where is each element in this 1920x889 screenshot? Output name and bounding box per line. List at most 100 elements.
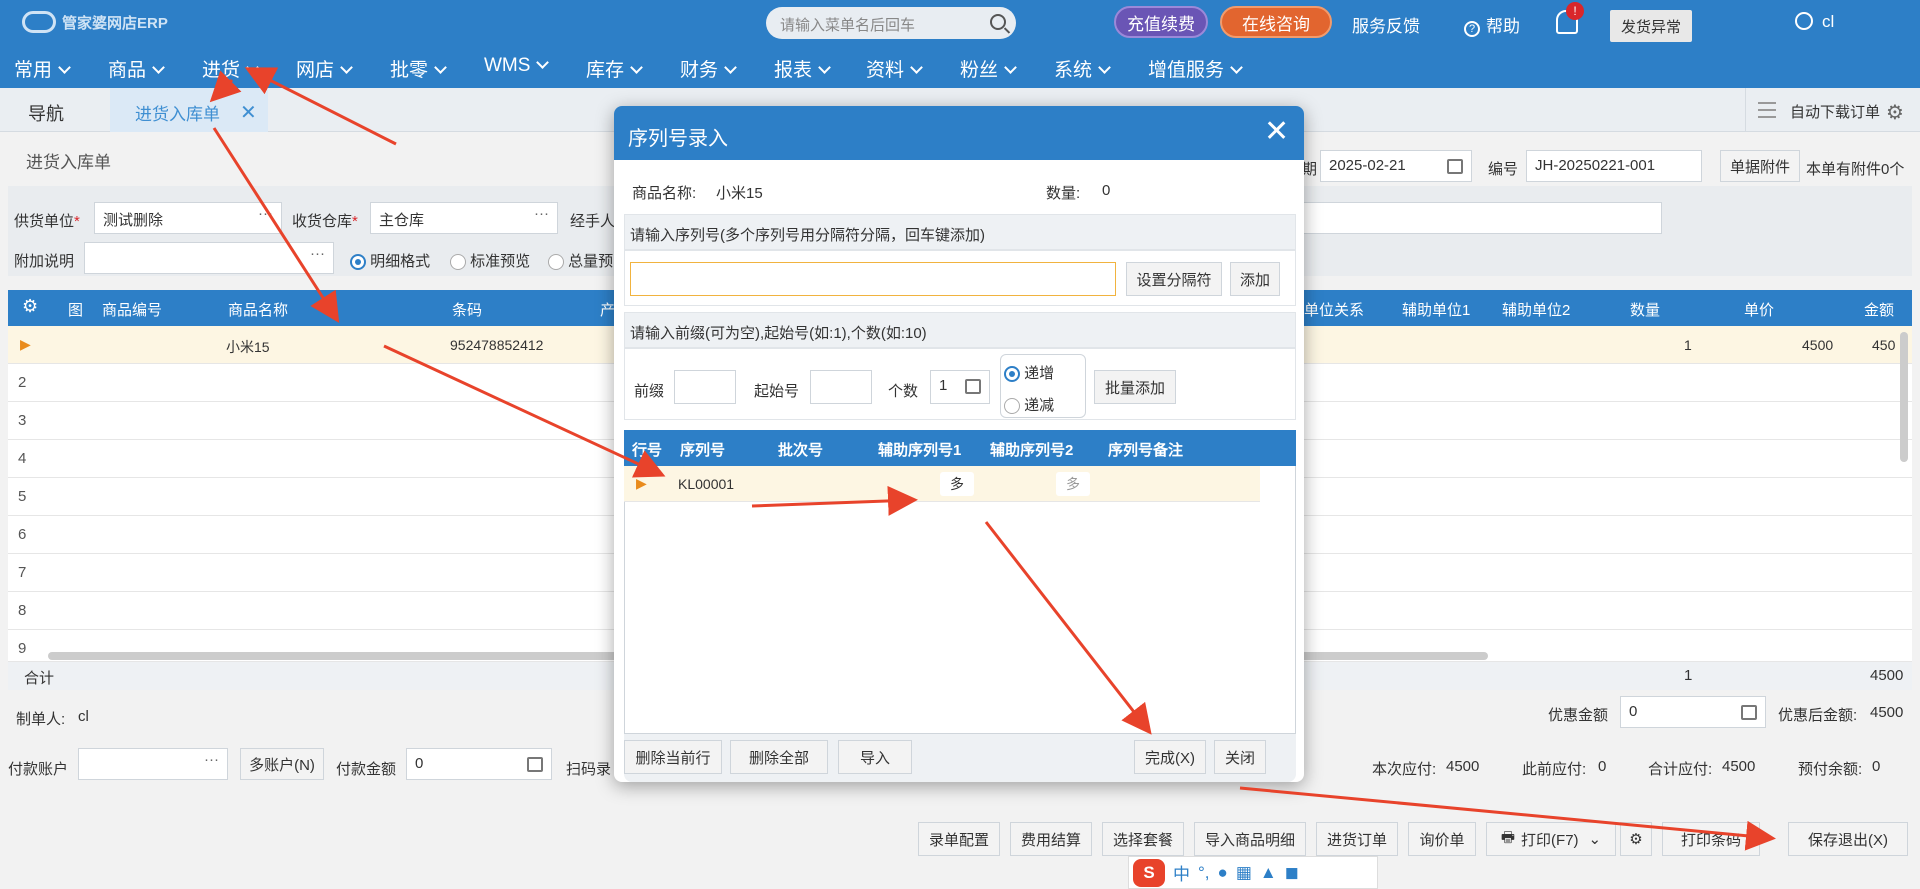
multi-aux-1-button[interactable]: 多: [940, 472, 974, 496]
date-input[interactable]: 2025-02-21: [1320, 150, 1472, 182]
search-icon[interactable]: [990, 14, 1006, 30]
tab-navigation[interactable]: 导航: [0, 88, 108, 132]
menu-data[interactable]: 资料: [866, 55, 923, 82]
menu-wholesale[interactable]: 批零: [390, 55, 447, 82]
col-batch[interactable]: 批次号: [778, 439, 823, 460]
add-serial-button[interactable]: 添加: [1230, 262, 1280, 296]
radio-checked-icon[interactable]: [1004, 366, 1020, 383]
menu-search-input[interactable]: 请输入菜单名后回车: [766, 7, 1016, 39]
col-product-code[interactable]: 商品编号: [102, 299, 162, 320]
select-package-button[interactable]: 选择套餐: [1102, 822, 1184, 856]
import-details-button[interactable]: 导入商品明细: [1194, 822, 1306, 856]
mode-standard-radio[interactable]: 标准预览: [450, 250, 530, 271]
menu-product[interactable]: 商品: [108, 55, 165, 82]
more-dots-icon[interactable]: ···: [310, 245, 325, 262]
expense-settlement-button[interactable]: 费用结算: [1010, 822, 1092, 856]
decrement-radio[interactable]: 递减: [1004, 394, 1054, 415]
col-aux-serial-1[interactable]: 辅助序列号1: [878, 439, 961, 460]
col-barcode[interactable]: 条码: [452, 299, 482, 320]
cell-unit-price[interactable]: 4500: [1802, 337, 1833, 353]
auto-download-orders-button[interactable]: 自动下载订单: [1786, 96, 1884, 126]
serial-table-row[interactable]: ▶ KL00001 多 多: [624, 466, 1260, 502]
calculator-icon[interactable]: [1741, 705, 1757, 720]
cell-barcode[interactable]: 952478852412: [450, 337, 543, 353]
warehouse-input[interactable]: 主仓库 ···: [370, 202, 558, 234]
import-button[interactable]: 导入: [838, 740, 912, 774]
multi-aux-2-button[interactable]: 多: [1056, 472, 1090, 496]
modal-close-icon[interactable]: ✕: [1264, 114, 1289, 149]
microphone-icon[interactable]: ●: [1218, 863, 1228, 883]
batch-add-button[interactable]: 批量添加: [1094, 370, 1176, 404]
chevron-down-icon[interactable]: ⌄: [1589, 830, 1602, 848]
delete-all-button[interactable]: 删除全部: [730, 740, 828, 774]
calculator-icon[interactable]: [527, 757, 543, 772]
keyboard-icon[interactable]: ▦: [1236, 863, 1252, 883]
online-consult-button[interactable]: 在线咨询: [1220, 6, 1332, 38]
menu-common[interactable]: 常用: [14, 55, 71, 82]
more-dots-icon[interactable]: ···: [204, 751, 219, 768]
col-aux-unit-2[interactable]: 辅助单位2: [1502, 299, 1570, 320]
mode-detail-radio[interactable]: 明细格式: [350, 250, 430, 271]
grid-settings-gear-icon[interactable]: ⚙: [22, 296, 38, 317]
col-aux-serial-2[interactable]: 辅助序列号2: [990, 439, 1073, 460]
col-product-name[interactable]: 商品名称: [228, 299, 288, 320]
attachment-button[interactable]: 单据附件: [1720, 150, 1800, 182]
user-name[interactable]: cl: [1822, 12, 1834, 32]
help-link[interactable]: ? 帮助: [1464, 12, 1520, 37]
save-exit-button[interactable]: 保存退出(X): [1788, 822, 1908, 856]
menu-wms[interactable]: WMS: [484, 55, 550, 77]
user-icon[interactable]: [1795, 12, 1813, 30]
menu-system[interactable]: 系统: [1054, 55, 1111, 82]
col-quantity[interactable]: 数量: [1630, 299, 1660, 320]
increment-radio[interactable]: 递增: [1004, 362, 1054, 383]
print-settings-gear-icon[interactable]: ⚙: [1620, 822, 1652, 856]
supplier-input[interactable]: 测试删除 ···: [94, 202, 282, 234]
pay-amount-input[interactable]: 0: [406, 748, 552, 780]
multi-account-button[interactable]: 多账户(N): [240, 748, 324, 780]
radio-checked-icon[interactable]: [350, 254, 366, 271]
list-icon[interactable]: [1745, 88, 1785, 132]
prefix-input[interactable]: [674, 370, 736, 404]
purchase-order-button[interactable]: 进货订单: [1316, 822, 1398, 856]
cell-serial[interactable]: KL00001: [678, 476, 734, 492]
sogou-logo-icon[interactable]: S: [1133, 858, 1165, 887]
handler-input[interactable]: [1270, 202, 1662, 234]
col-aux-unit-1[interactable]: 辅助单位1: [1402, 299, 1470, 320]
service-feedback-link[interactable]: 服务反馈: [1352, 12, 1420, 37]
col-unit-price[interactable]: 单价: [1744, 299, 1774, 320]
remark-input[interactable]: ···: [84, 242, 334, 274]
radio-icon[interactable]: [548, 254, 564, 271]
col-unit-relation[interactable]: 单位关系: [1304, 299, 1364, 320]
number-input[interactable]: JH-20250221-001: [1526, 150, 1702, 182]
count-input[interactable]: 1: [930, 370, 990, 404]
cell-product-name[interactable]: 小米15: [226, 337, 270, 357]
serial-input[interactable]: [630, 262, 1116, 296]
punctuation-icon[interactable]: °,: [1198, 863, 1210, 883]
radio-icon[interactable]: [450, 254, 466, 271]
calculator-icon[interactable]: [965, 379, 981, 394]
col-origin[interactable]: 产: [600, 299, 615, 320]
menu-webshop[interactable]: 网店: [296, 55, 353, 82]
toolbox-icon[interactable]: ◼: [1285, 863, 1299, 883]
tab-close-icon[interactable]: ✕: [240, 100, 257, 125]
pay-account-input[interactable]: ···: [78, 748, 228, 780]
calendar-icon[interactable]: [1447, 159, 1463, 174]
entry-config-button[interactable]: 录单配置: [918, 822, 1000, 856]
settings-gear-icon[interactable]: ⚙: [1886, 100, 1904, 125]
start-number-input[interactable]: [810, 370, 872, 404]
mode-total-radio[interactable]: 总量预: [548, 250, 613, 271]
cell-quantity[interactable]: 1: [1684, 337, 1692, 353]
modal-close-button[interactable]: 关闭: [1214, 740, 1266, 774]
menu-reports[interactable]: 报表: [774, 55, 831, 82]
delete-row-button[interactable]: 删除当前行: [624, 740, 722, 774]
menu-fans[interactable]: 粉丝: [960, 55, 1017, 82]
recharge-button[interactable]: 充值续费: [1114, 6, 1208, 38]
discount-input[interactable]: 0: [1620, 696, 1766, 728]
print-barcode-button[interactable]: 打印条码: [1662, 822, 1760, 856]
ime-mode[interactable]: 中: [1173, 860, 1190, 885]
shipping-exception-button[interactable]: 发货异常: [1610, 10, 1692, 42]
skin-icon[interactable]: ▲: [1260, 863, 1277, 883]
cell-amount[interactable]: 450: [1872, 337, 1895, 353]
menu-finance[interactable]: 财务: [680, 55, 737, 82]
set-separator-button[interactable]: 设置分隔符: [1126, 262, 1222, 296]
